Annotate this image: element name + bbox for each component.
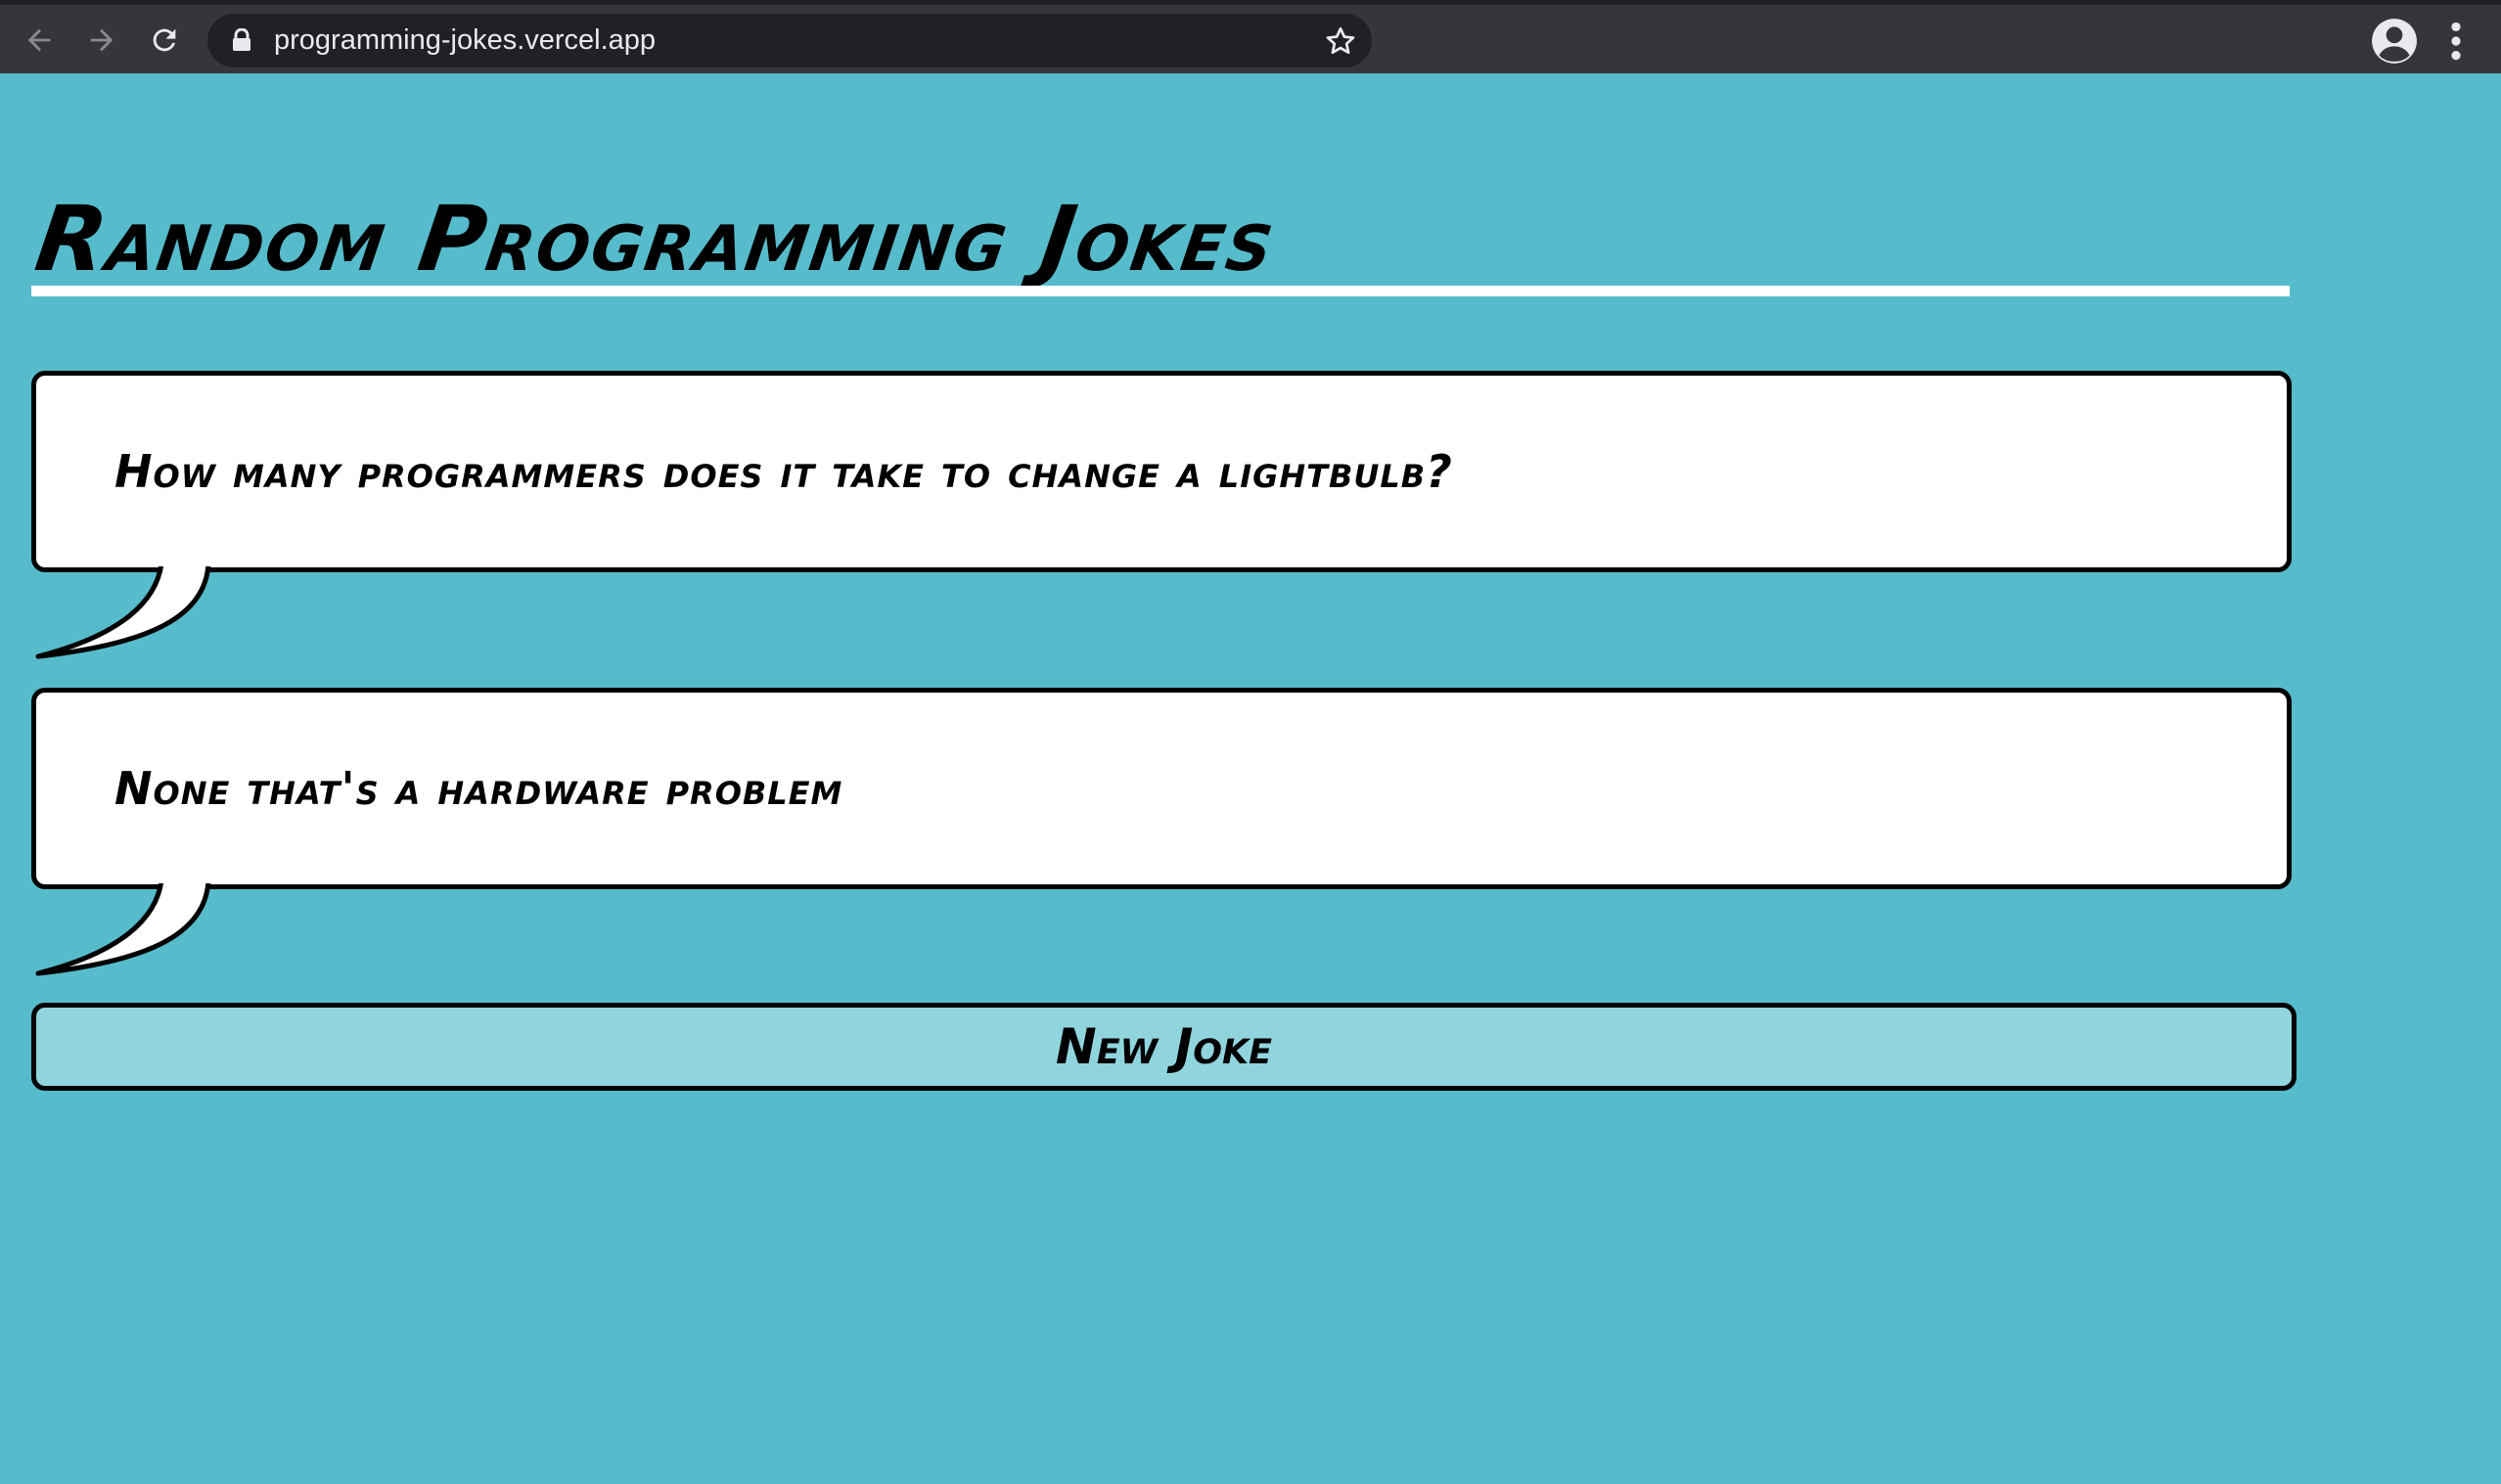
punchline-bubble-tail — [35, 878, 220, 976]
joke-setup: How many programmers does it take to cha… — [114, 445, 1453, 498]
setup-bubble-tail — [35, 562, 220, 659]
star-icon[interactable] — [1323, 23, 1358, 59]
setup-speech-bubble: How many programmers does it take to cha… — [31, 371, 2292, 572]
page-title: Random Programming Jokes — [29, 187, 1283, 292]
punchline-speech-bubble: None that's a hardware problem — [31, 688, 2292, 889]
back-button[interactable] — [18, 19, 61, 62]
reload-button[interactable] — [143, 19, 186, 62]
profile-icon[interactable] — [2370, 17, 2419, 66]
forward-button[interactable] — [80, 19, 123, 62]
new-joke-button[interactable]: New Joke — [31, 1003, 2296, 1091]
menu-icon[interactable] — [2441, 17, 2471, 66]
joke-punchline: None that's a hardware problem — [114, 762, 843, 815]
url-text: programming-jokes.vercel.app — [274, 24, 657, 56]
reload-icon — [153, 28, 176, 52]
back-arrow-icon — [27, 28, 51, 52]
title-underline — [31, 286, 2290, 296]
address-bar[interactable]: programming-jokes.vercel.app — [207, 14, 1372, 67]
browser-toolbar: programming-jokes.vercel.app — [0, 0, 2501, 73]
forward-arrow-icon — [90, 28, 114, 52]
lock-icon — [233, 28, 250, 51]
